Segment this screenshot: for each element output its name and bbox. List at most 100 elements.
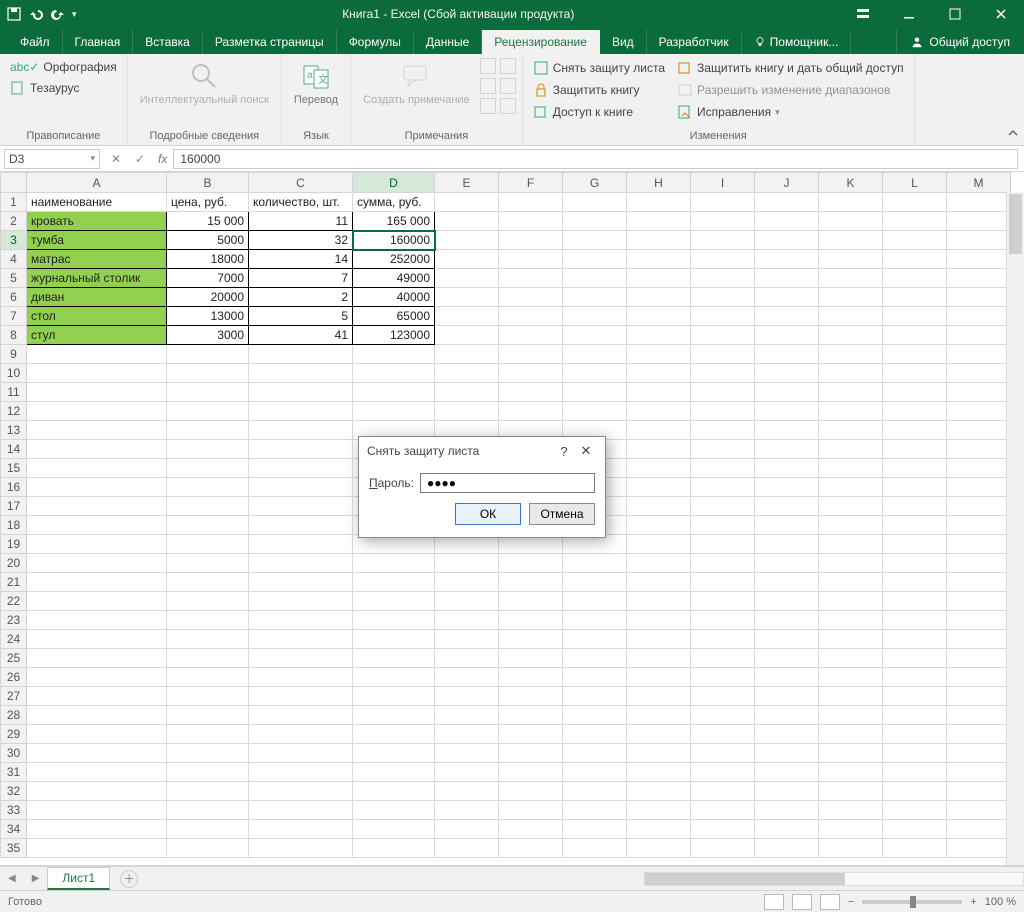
ribbon-options-icon[interactable] bbox=[840, 0, 886, 28]
select-all-cell[interactable] bbox=[1, 173, 27, 193]
row-header-17[interactable]: 17 bbox=[1, 497, 27, 516]
protect-share-button[interactable]: Защитить книгу и дать общий доступ bbox=[673, 58, 908, 78]
cell[interactable] bbox=[755, 383, 819, 402]
cell[interactable] bbox=[691, 706, 755, 725]
cell[interactable] bbox=[755, 820, 819, 839]
cell[interactable] bbox=[883, 193, 947, 212]
cell[interactable] bbox=[627, 725, 691, 744]
cell[interactable] bbox=[883, 459, 947, 478]
cell[interactable] bbox=[819, 212, 883, 231]
allow-ranges-button[interactable]: Разрешить изменение диапазонов bbox=[673, 80, 908, 100]
cell[interactable] bbox=[627, 440, 691, 459]
cell[interactable] bbox=[819, 497, 883, 516]
cell[interactable] bbox=[167, 516, 249, 535]
cell[interactable] bbox=[499, 573, 563, 592]
cell[interactable] bbox=[435, 345, 499, 364]
cell[interactable] bbox=[249, 630, 353, 649]
cell[interactable] bbox=[435, 573, 499, 592]
cell[interactable] bbox=[755, 687, 819, 706]
cell[interactable] bbox=[819, 554, 883, 573]
cell[interactable] bbox=[755, 459, 819, 478]
zoom-in-button[interactable]: + bbox=[970, 896, 976, 908]
cell[interactable] bbox=[819, 611, 883, 630]
col-header-J[interactable]: J bbox=[755, 173, 819, 193]
cell[interactable] bbox=[755, 497, 819, 516]
cell[interactable] bbox=[819, 440, 883, 459]
cell[interactable] bbox=[691, 212, 755, 231]
cell[interactable] bbox=[947, 820, 1011, 839]
cell[interactable] bbox=[167, 383, 249, 402]
cell[interactable] bbox=[819, 269, 883, 288]
cell[interactable] bbox=[167, 763, 249, 782]
cell[interactable] bbox=[627, 687, 691, 706]
col-header-M[interactable]: M bbox=[947, 173, 1011, 193]
cell[interactable] bbox=[755, 706, 819, 725]
cell[interactable] bbox=[691, 478, 755, 497]
cell[interactable] bbox=[755, 421, 819, 440]
maximize-button[interactable] bbox=[932, 0, 978, 28]
cell[interactable] bbox=[883, 497, 947, 516]
cell[interactable] bbox=[435, 706, 499, 725]
cell[interactable]: стол bbox=[27, 307, 167, 326]
cell[interactable] bbox=[819, 478, 883, 497]
cell[interactable] bbox=[691, 801, 755, 820]
cell[interactable] bbox=[249, 744, 353, 763]
cell[interactable] bbox=[499, 269, 563, 288]
cell[interactable] bbox=[563, 231, 627, 250]
cell[interactable] bbox=[947, 345, 1011, 364]
cell[interactable] bbox=[947, 516, 1011, 535]
cell[interactable] bbox=[627, 535, 691, 554]
cell[interactable] bbox=[819, 801, 883, 820]
cell[interactable] bbox=[819, 402, 883, 421]
cell[interactable]: 65000 bbox=[353, 307, 435, 326]
cell[interactable] bbox=[249, 535, 353, 554]
cell[interactable] bbox=[627, 516, 691, 535]
cell[interactable] bbox=[27, 573, 167, 592]
row-header-5[interactable]: 5 bbox=[1, 269, 27, 288]
cell[interactable] bbox=[755, 573, 819, 592]
cell[interactable] bbox=[167, 668, 249, 687]
next-comment-button[interactable] bbox=[480, 98, 496, 114]
cell[interactable] bbox=[883, 478, 947, 497]
row-header-1[interactable]: 1 bbox=[1, 193, 27, 212]
page-break-view-button[interactable] bbox=[820, 894, 840, 910]
cell[interactable] bbox=[249, 497, 353, 516]
cell[interactable] bbox=[691, 193, 755, 212]
cell[interactable]: журнальный столик bbox=[27, 269, 167, 288]
cell[interactable] bbox=[353, 364, 435, 383]
cell[interactable] bbox=[167, 782, 249, 801]
cell[interactable] bbox=[353, 706, 435, 725]
share-button[interactable]: Общий доступ bbox=[896, 30, 1024, 54]
cell[interactable] bbox=[691, 668, 755, 687]
col-header-A[interactable]: A bbox=[27, 173, 167, 193]
row-header-6[interactable]: 6 bbox=[1, 288, 27, 307]
cell[interactable] bbox=[883, 288, 947, 307]
vertical-scrollbar[interactable] bbox=[1006, 192, 1024, 865]
cell[interactable] bbox=[819, 839, 883, 858]
cell[interactable] bbox=[353, 592, 435, 611]
cell[interactable] bbox=[627, 763, 691, 782]
cell[interactable] bbox=[167, 725, 249, 744]
header-cell[interactable]: сумма, руб. bbox=[353, 193, 435, 212]
cell[interactable] bbox=[167, 345, 249, 364]
cell[interactable] bbox=[947, 839, 1011, 858]
cell[interactable] bbox=[691, 250, 755, 269]
cell[interactable] bbox=[691, 402, 755, 421]
cell[interactable] bbox=[353, 725, 435, 744]
cell[interactable] bbox=[167, 478, 249, 497]
cell[interactable] bbox=[499, 782, 563, 801]
cell[interactable] bbox=[563, 706, 627, 725]
cell[interactable] bbox=[249, 782, 353, 801]
cell[interactable] bbox=[627, 212, 691, 231]
header-cell[interactable]: наименование bbox=[27, 193, 167, 212]
cell[interactable] bbox=[499, 820, 563, 839]
cell[interactable]: 18000 bbox=[167, 250, 249, 269]
cell[interactable] bbox=[167, 839, 249, 858]
cell[interactable] bbox=[691, 763, 755, 782]
cell[interactable] bbox=[883, 763, 947, 782]
cell[interactable] bbox=[691, 516, 755, 535]
cell[interactable] bbox=[947, 649, 1011, 668]
cell[interactable] bbox=[353, 668, 435, 687]
cell[interactable] bbox=[691, 744, 755, 763]
col-header-H[interactable]: H bbox=[627, 173, 691, 193]
